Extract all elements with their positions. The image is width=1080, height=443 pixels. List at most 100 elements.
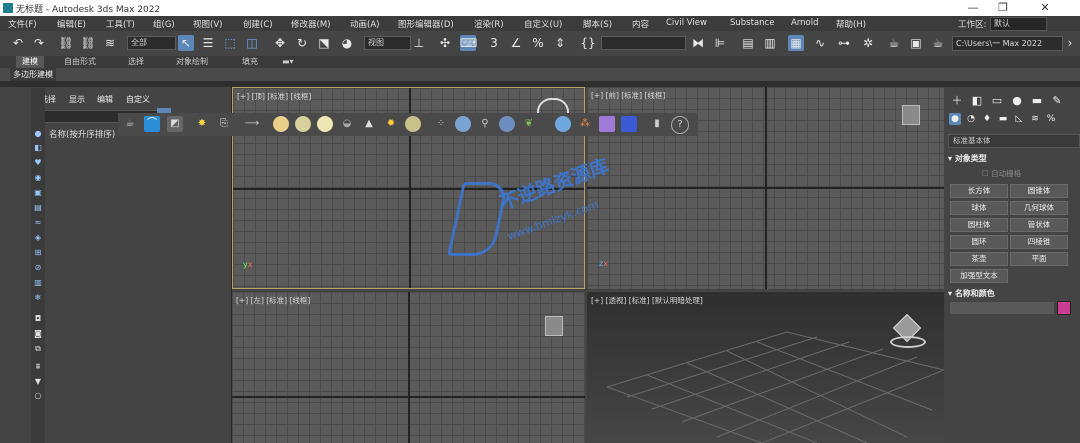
tube-button[interactable]: 管状体 <box>1010 218 1068 232</box>
object-type-rollout[interactable]: ▾ 对象类型 <box>948 153 1074 165</box>
cylinder-button[interactable]: 圆柱体 <box>950 218 1008 232</box>
polygon-modeling-label[interactable]: 多边形建模 <box>10 68 56 81</box>
box-primitive-icon[interactable] <box>273 116 289 132</box>
hierarchy-icon[interactable]: ▮ <box>649 116 665 132</box>
angle-snap-icon[interactable]: ∠ <box>508 35 524 51</box>
move-icon[interactable]: ✥ <box>272 35 288 51</box>
sun-light-icon[interactable]: ✹ <box>383 116 399 132</box>
menu-create[interactable]: 创建(C) <box>243 18 273 30</box>
utilities-tab-icon[interactable]: ✎ <box>1050 94 1064 108</box>
shapes-icon[interactable]: ⌒ <box>144 116 160 132</box>
pyramid-button[interactable]: 四棱锥 <box>1010 235 1068 249</box>
menu-civil-view[interactable]: Civil View <box>666 18 707 28</box>
object-name-field[interactable] <box>950 302 1054 314</box>
menu-modifiers[interactable]: 修改器(M) <box>291 18 330 30</box>
close-button[interactable]: ✕ <box>1030 0 1060 16</box>
particles-icon[interactable]: ⁘ <box>433 116 449 132</box>
tab-populate[interactable]: 填充 <box>236 56 264 68</box>
menu-arnold[interactable]: Arnold <box>791 18 819 28</box>
ribbon-options-icon[interactable]: ▬▾ <box>276 56 300 68</box>
render-frame-icon[interactable] <box>621 116 637 132</box>
viewcube-icon[interactable] <box>902 105 920 125</box>
menu-customize[interactable]: 自定义(U) <box>524 18 562 30</box>
spacewarp-icon[interactable] <box>455 116 471 132</box>
curve-editor-icon[interactable]: ∿ <box>812 35 828 51</box>
viewport-label-left[interactable]: [+] [左] [标准] [线框] <box>236 295 310 306</box>
menu-content[interactable]: 内容 <box>632 18 649 30</box>
bones-icon[interactable]: ⚲ <box>477 116 493 132</box>
viewport-left[interactable]: [+] [左] [标准] [线框] <box>232 292 585 443</box>
light-icon[interactable]: ✸ <box>194 116 210 132</box>
systems-icon[interactable] <box>499 116 515 132</box>
scene-explorer-icon[interactable]: ▤ <box>740 35 756 51</box>
toolbar-overflow-icon[interactable]: › <box>1062 35 1078 51</box>
name-color-rollout[interactable]: ▾ 名称和颜色 <box>948 288 1074 300</box>
display-xrefs-icon[interactable]: ⊞ <box>33 248 43 258</box>
funnel-icon[interactable]: ▼ <box>33 377 43 387</box>
app-icon[interactable] <box>3 3 13 13</box>
menu-scripting[interactable]: 脚本(S) <box>583 18 612 30</box>
shapes-category-icon[interactable]: ◔ <box>965 113 977 125</box>
torus-primitive-icon[interactable] <box>405 116 421 132</box>
viewport-label-perspective[interactable]: [+] [透视] [标准] [默认明暗处理] <box>591 295 703 306</box>
toggle-ribbon-icon[interactable]: ▦ <box>788 35 804 51</box>
mirror-icon[interactable]: ⧓ <box>690 35 706 51</box>
sphere-button[interactable]: 球体 <box>950 201 1008 215</box>
cameras-category-icon[interactable]: ▬ <box>997 113 1009 125</box>
spinner-snap-icon[interactable]: ⇕ <box>552 35 568 51</box>
systems-category-icon[interactable]: % <box>1045 113 1057 125</box>
material-sphere-icon[interactable] <box>555 116 571 132</box>
keyboard-shortcut-override-icon[interactable]: ⌨ <box>460 35 477 51</box>
modify-tab-icon[interactable]: ◧ <box>970 94 984 108</box>
box-button[interactable]: 长方体 <box>950 184 1008 198</box>
rendered-frame-window-icon[interactable]: ▣ <box>908 35 924 51</box>
create-tab-icon[interactable]: ＋ <box>950 94 964 108</box>
project-path-field[interactable]: C:\Users\一 Max 2022 <box>952 36 1063 51</box>
sphere-primitive-icon[interactable] <box>295 116 311 132</box>
viewcube-ring-icon[interactable] <box>890 336 926 348</box>
hierarchy-tab-icon[interactable]: ▭ <box>990 94 1004 108</box>
explorer-menu-edit[interactable]: 编辑 <box>97 94 113 105</box>
snaps-toggle-icon[interactable]: 3 <box>486 35 502 51</box>
expand-all-icon[interactable]: ◘ <box>33 314 43 324</box>
torus-button[interactable]: 圆环 <box>950 235 1008 249</box>
object-color-swatch[interactable] <box>1057 301 1071 315</box>
menu-substance[interactable]: Substance <box>730 18 774 28</box>
named-selection-select[interactable] <box>601 36 686 50</box>
menu-rendering[interactable]: 渲染(R) <box>474 18 504 30</box>
menu-graph-editors[interactable]: 图形编辑器(D) <box>398 18 454 30</box>
render-icon[interactable] <box>599 116 615 132</box>
helpers-category-icon[interactable]: ◺ <box>1013 113 1025 125</box>
render-setup-icon[interactable]: ☕ <box>886 35 902 51</box>
display-cameras-icon[interactable]: ▣ <box>33 188 43 198</box>
placement-icon[interactable]: ◕ <box>339 35 355 51</box>
display-spacewarps-icon[interactable]: ≈ <box>33 218 43 228</box>
rotate-icon[interactable]: ↻ <box>294 35 310 51</box>
camera-icon[interactable]: ⎘ <box>216 116 232 132</box>
text-plus-button[interactable]: 加强型文本 <box>950 269 1008 283</box>
display-containers-icon[interactable]: ▥ <box>33 278 43 288</box>
bind-space-warp-icon[interactable]: ≋ <box>102 35 118 51</box>
minimize-button[interactable]: — <box>958 0 988 16</box>
maximize-button[interactable]: ❐ <box>988 0 1018 16</box>
viewcube-icon[interactable] <box>537 98 569 114</box>
help-icon[interactable]: ? <box>671 116 689 134</box>
select-object-icon[interactable]: ↖ <box>178 35 194 51</box>
display-shapes-icon[interactable]: ♥ <box>33 158 43 168</box>
material-editor-icon[interactable]: ✲ <box>860 35 876 51</box>
layer-explorer-icon[interactable]: ▥ <box>762 35 778 51</box>
viewport-label-front[interactable]: [+] [前] [标准] [线框] <box>591 90 665 101</box>
collapse-all-icon[interactable]: ◙ <box>33 329 43 339</box>
menu-views[interactable]: 视图(V) <box>193 18 222 30</box>
reference-coord-select[interactable]: 视图 <box>364 36 411 50</box>
tab-object-paint[interactable]: 对象绘制 <box>170 56 214 68</box>
viewport-perspective[interactable]: [+] [透视] [标准] [默认明暗处理] <box>587 292 944 443</box>
tab-freeform[interactable]: 自由形式 <box>58 56 102 68</box>
tab-selection[interactable]: 选择 <box>122 56 150 68</box>
geometry-category-icon[interactable]: ● <box>949 113 961 125</box>
selection-toggle-icon[interactable]: ⧉ <box>33 344 43 354</box>
lights-category-icon[interactable]: ♦ <box>981 113 993 125</box>
explorer-menu-display[interactable]: 显示 <box>69 94 85 105</box>
plane-button[interactable]: 平面 <box>1010 252 1068 266</box>
menu-group[interactable]: 组(G) <box>153 18 175 30</box>
